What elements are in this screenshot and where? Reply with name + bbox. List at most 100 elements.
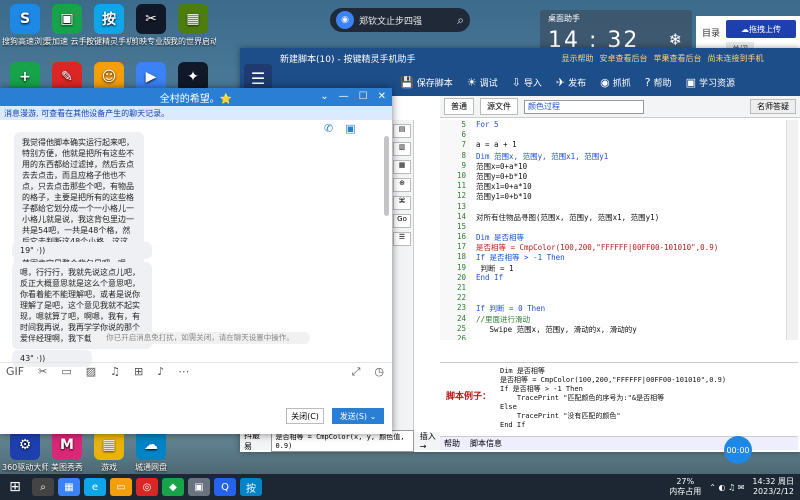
hint-link[interactable]: 苹果查看后台 <box>653 54 701 63</box>
code-line[interactable]: //里面进行滑动 <box>476 314 718 324</box>
editor-title-bar: 新建脚本(10) - 按键精灵手机助手 显示帮助 安卓查看后台 苹果查看后台 尚未连接… <box>240 48 800 68</box>
mic-icon[interactable]: ♪ <box>157 365 164 378</box>
code-line[interactable] <box>476 222 718 232</box>
close-icon[interactable]: ✕ <box>378 91 386 102</box>
ribbon-button[interactable]: ☀ 调试 <box>467 76 498 89</box>
code-scrollbar[interactable] <box>786 120 798 340</box>
upload-button[interactable]: ☁ 拖拽上传 <box>726 20 796 38</box>
app-icon[interactable]: ◎ <box>136 478 158 496</box>
app-icon[interactable]: ▣ <box>188 478 210 496</box>
code-line[interactable] <box>476 202 718 212</box>
code-line[interactable] <box>476 334 718 340</box>
code-line[interactable]: For 5 <box>476 120 718 130</box>
start-icon[interactable]: ⊞ <box>0 479 30 495</box>
dock-button[interactable]: ⊕ <box>393 178 411 192</box>
phone-call-icon[interactable]: ✆ <box>324 122 333 142</box>
command-combo[interactable]: 颜色过程 <box>524 99 644 114</box>
insert-button[interactable]: 插入→ <box>420 431 440 451</box>
scissors-icon[interactable]: ✂ <box>38 365 47 378</box>
gif-icon[interactable]: GIF <box>6 365 24 378</box>
code-editor[interactable]: 5678910111213141516171819202122232425262… <box>440 120 784 340</box>
desktop-icon[interactable]: ☁ 城通网盘 <box>128 430 174 473</box>
search-icon[interactable]: ⌕ <box>32 478 54 496</box>
desktop-icon[interactable]: ▦ 游戏 <box>86 430 132 473</box>
image-icon[interactable]: ▨ <box>86 365 96 378</box>
dock-button[interactable]: ▥ <box>393 142 411 156</box>
desktop-icon[interactable]: ▦ 我的世界启动器 <box>170 4 216 47</box>
folder-icon[interactable]: ▭ <box>61 365 71 378</box>
code-line[interactable]: 范围y=0+b*10 <box>476 171 718 181</box>
edge-icon[interactable]: e <box>84 478 106 496</box>
code-line[interactable]: Swipe 范围x, 范围y, 滑动的x, 滑动的y <box>476 324 718 334</box>
ribbon-button[interactable]: ? 帮助 <box>645 76 672 89</box>
desktop-icon[interactable]: S 搜狗高速浏览器 <box>2 4 48 47</box>
catalog-label[interactable]: 目录 <box>702 26 720 39</box>
code-line[interactable] <box>476 283 718 293</box>
code-line[interactable]: Dim 范围x, 范围y, 范围x1, 范围y1 <box>476 151 718 161</box>
code-line[interactable]: 是否相等 = CmpColor(100,200,"FFFFFF|00FF00-1… <box>476 242 718 252</box>
dock-button[interactable]: ▤ <box>393 124 411 138</box>
code-line[interactable] <box>476 130 718 140</box>
dock-button[interactable]: ☰ <box>393 232 411 246</box>
taskview-icon[interactable]: ▦ <box>58 478 80 496</box>
tab-normal[interactable]: 普通 <box>444 98 474 115</box>
code-line[interactable]: 范围x=0+a*10 <box>476 161 718 171</box>
ribbon-button[interactable]: ✈ 发布 <box>556 76 586 89</box>
system-clock[interactable]: 14:32 周日 2023/2/12 <box>752 477 794 497</box>
app-icon[interactable]: Q <box>214 478 236 496</box>
gift-icon[interactable]: ⊞ <box>134 365 143 378</box>
send-button[interactable]: 发送(S) ⌄ <box>332 408 384 424</box>
search-icon[interactable]: ⌕ <box>457 13 464 28</box>
tab-help[interactable]: 帮助 <box>444 438 460 449</box>
floating-timer[interactable]: 00:00 <box>724 436 752 464</box>
game-icon: ▦ <box>94 430 124 460</box>
ribbon-button[interactable]: ▣ 学习资源 <box>686 76 735 89</box>
memory-indicator[interactable]: 27% 内存占用 <box>669 477 701 497</box>
code-line[interactable]: 范围x1=0+a*10 <box>476 181 718 191</box>
ribbon-button[interactable]: ⇩ 导入 <box>512 76 542 89</box>
code-line[interactable] <box>476 293 718 303</box>
code-line[interactable]: If 是否相等 > -1 Then <box>476 252 718 262</box>
hint-link[interactable]: 显示帮助 <box>561 54 593 63</box>
hint-link[interactable]: 尚未连接到手机 <box>707 54 763 63</box>
chevron-down-icon[interactable]: ⌄ <box>320 91 328 102</box>
dock-button[interactable]: ▦ <box>393 160 411 174</box>
desktop-icon-label: 美图秀秀 <box>51 463 83 472</box>
desktop-icon[interactable]: M 美图秀秀 <box>44 430 90 473</box>
chat-scrollbar[interactable] <box>384 136 389 216</box>
more-icon[interactable]: ⋯ <box>178 365 189 378</box>
code-text[interactable]: For 5a = a + 1 Dim 范围x, 范围y, 范围x1, 范围y1 范围… <box>476 120 718 340</box>
tab-source[interactable]: 源文件 <box>480 98 518 115</box>
tab-script-info[interactable]: 脚本信息 <box>470 438 502 449</box>
music-icon[interactable]: ♫ <box>110 365 120 378</box>
code-line[interactable]: 判断 = 1 <box>476 263 718 273</box>
code-line[interactable]: a = a + 1 <box>476 140 718 150</box>
minimize-icon[interactable]: — <box>339 91 349 102</box>
voice-message[interactable]: 19" ·)) <box>12 242 152 259</box>
help-button[interactable]: 名师答疑 <box>750 99 796 114</box>
ribbon-button[interactable]: 💾 保存脚本 <box>400 76 453 89</box>
video-call-icon[interactable]: ▣ <box>345 122 355 142</box>
expand-icon[interactable]: ⤢ <box>352 365 361 379</box>
app-icon[interactable]: ◆ <box>162 478 184 496</box>
folder-icon[interactable]: ▭ <box>110 478 132 496</box>
hint-link[interactable]: 安卓查看后台 <box>599 54 647 63</box>
maximize-icon[interactable]: ☐ <box>359 91 368 102</box>
history-icon[interactable]: ◷ <box>374 365 384 379</box>
dock-button[interactable]: Go <box>393 214 411 228</box>
ribbon-button[interactable]: ◉ 抓抓 <box>600 76 631 89</box>
code-line[interactable]: 对所有住物品寻图(范围x, 范围y, 范围x1, 范围y1) <box>476 212 718 222</box>
desktop-icon[interactable]: ⚙ 360驱动大师 <box>2 430 48 473</box>
close-button[interactable]: 关闭(C) <box>286 408 324 424</box>
code-line[interactable]: If 判断 = 0 Then <box>476 303 718 313</box>
desktop-icon[interactable]: ▣ 爱加速 云手机 <box>44 4 90 47</box>
dock-button[interactable]: ⌘ <box>393 196 411 210</box>
top-search-bar[interactable]: ◉ 郑钦文止步四强 ⌕ <box>330 8 470 32</box>
desktop-icon[interactable]: ✂ 剪映专业版 <box>128 4 174 47</box>
tray-icons[interactable]: ⌃ ◐ ♫ ✉ <box>709 483 744 492</box>
app-icon[interactable]: 按 <box>240 478 262 496</box>
desktop-icon[interactable]: 按按键精灵手机 7.0 <box>86 4 132 47</box>
code-line[interactable]: End If <box>476 273 718 283</box>
code-line[interactable]: Dim 是否相等 <box>476 232 718 242</box>
code-line[interactable]: 范围y1=0+b*10 <box>476 191 718 201</box>
